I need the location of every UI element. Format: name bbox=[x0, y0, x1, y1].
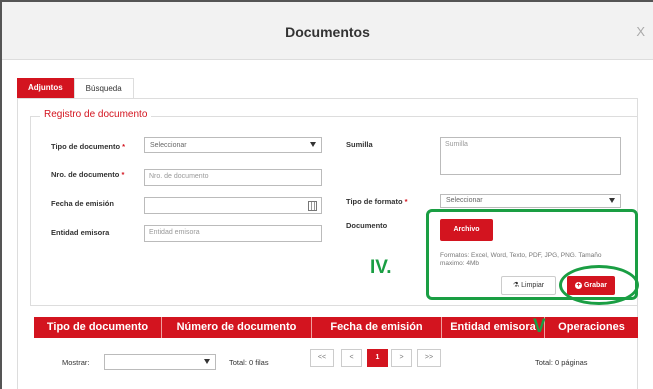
chevron-down-icon bbox=[310, 142, 316, 147]
col-tipo-documento[interactable]: Tipo de documento bbox=[34, 317, 162, 338]
next-page-button[interactable]: > bbox=[391, 349, 412, 367]
prev-page-button[interactable]: < bbox=[341, 349, 362, 367]
col-operaciones[interactable]: Operaciones bbox=[545, 317, 638, 338]
tab-bar: Adjuntos Búsqueda bbox=[17, 78, 134, 98]
col-fecha-emision[interactable]: Fecha de emisión bbox=[312, 317, 442, 338]
annotation-label-v: V bbox=[533, 316, 546, 337]
page-1-button[interactable]: 1 bbox=[367, 349, 388, 367]
entidad-emisora-label: Entidad emisora bbox=[51, 228, 110, 237]
total-paginas: Total: 0 páginas bbox=[535, 358, 588, 367]
entidad-emisora-input[interactable]: Entidad emisora bbox=[144, 225, 322, 242]
sumilla-textarea[interactable]: Sumilla bbox=[440, 137, 621, 175]
nro-documento-label: Nro. de documento * bbox=[51, 169, 126, 180]
tab-busqueda[interactable]: Búsqueda bbox=[73, 78, 134, 98]
close-icon[interactable]: X bbox=[636, 24, 645, 39]
mostrar-label: Mostrar: bbox=[62, 358, 90, 367]
nro-documento-label-text: Nro. de documento bbox=[51, 170, 120, 179]
fecha-emision-label: Fecha de emisión bbox=[51, 199, 114, 208]
last-page-button[interactable]: >> bbox=[417, 349, 441, 367]
annotation-ellipse-v bbox=[559, 265, 639, 305]
documents-table-header: Tipo de documento Número de documento Fe… bbox=[34, 317, 638, 338]
required-mark: * bbox=[122, 142, 126, 151]
tipo-formato-label-text: Tipo de formato bbox=[346, 197, 403, 206]
tipo-formato-label: Tipo de formato * bbox=[346, 196, 408, 207]
tipo-formato-select[interactable]: Seleccionar bbox=[440, 194, 621, 208]
tipo-formato-value: Seleccionar bbox=[446, 197, 483, 204]
annotation-label-iv: IV. bbox=[370, 257, 392, 278]
first-page-button[interactable]: << bbox=[310, 349, 334, 367]
fecha-emision-input[interactable] bbox=[144, 197, 322, 214]
modal-header: Documentos X bbox=[2, 2, 653, 60]
modal-title: Documentos bbox=[285, 24, 370, 40]
total-filas: Total: 0 filas bbox=[229, 358, 269, 367]
page-size-select[interactable] bbox=[104, 354, 216, 370]
tab-adjuntos[interactable]: Adjuntos bbox=[17, 78, 74, 98]
required-mark: * bbox=[121, 170, 125, 179]
col-entidad-emisora[interactable]: Entidad emisora bbox=[442, 317, 545, 338]
tipo-documento-value: Seleccionar bbox=[150, 142, 187, 149]
tipo-documento-label: Tipo de documento * bbox=[51, 141, 126, 152]
tipo-documento-select[interactable]: Seleccionar bbox=[144, 137, 322, 153]
calendar-icon[interactable] bbox=[308, 201, 317, 211]
tipo-documento-label-text: Tipo de documento bbox=[51, 142, 121, 151]
documento-label: Documento bbox=[346, 221, 388, 230]
required-mark: * bbox=[404, 197, 408, 206]
section-legend: Registro de documento bbox=[40, 109, 152, 120]
chevron-down-icon bbox=[204, 359, 210, 364]
chevron-down-icon bbox=[609, 198, 615, 203]
col-numero-documento[interactable]: Número de documento bbox=[162, 317, 312, 338]
nro-documento-input[interactable]: Nro. de documento bbox=[144, 169, 322, 186]
sumilla-label: Sumilla bbox=[346, 140, 373, 149]
